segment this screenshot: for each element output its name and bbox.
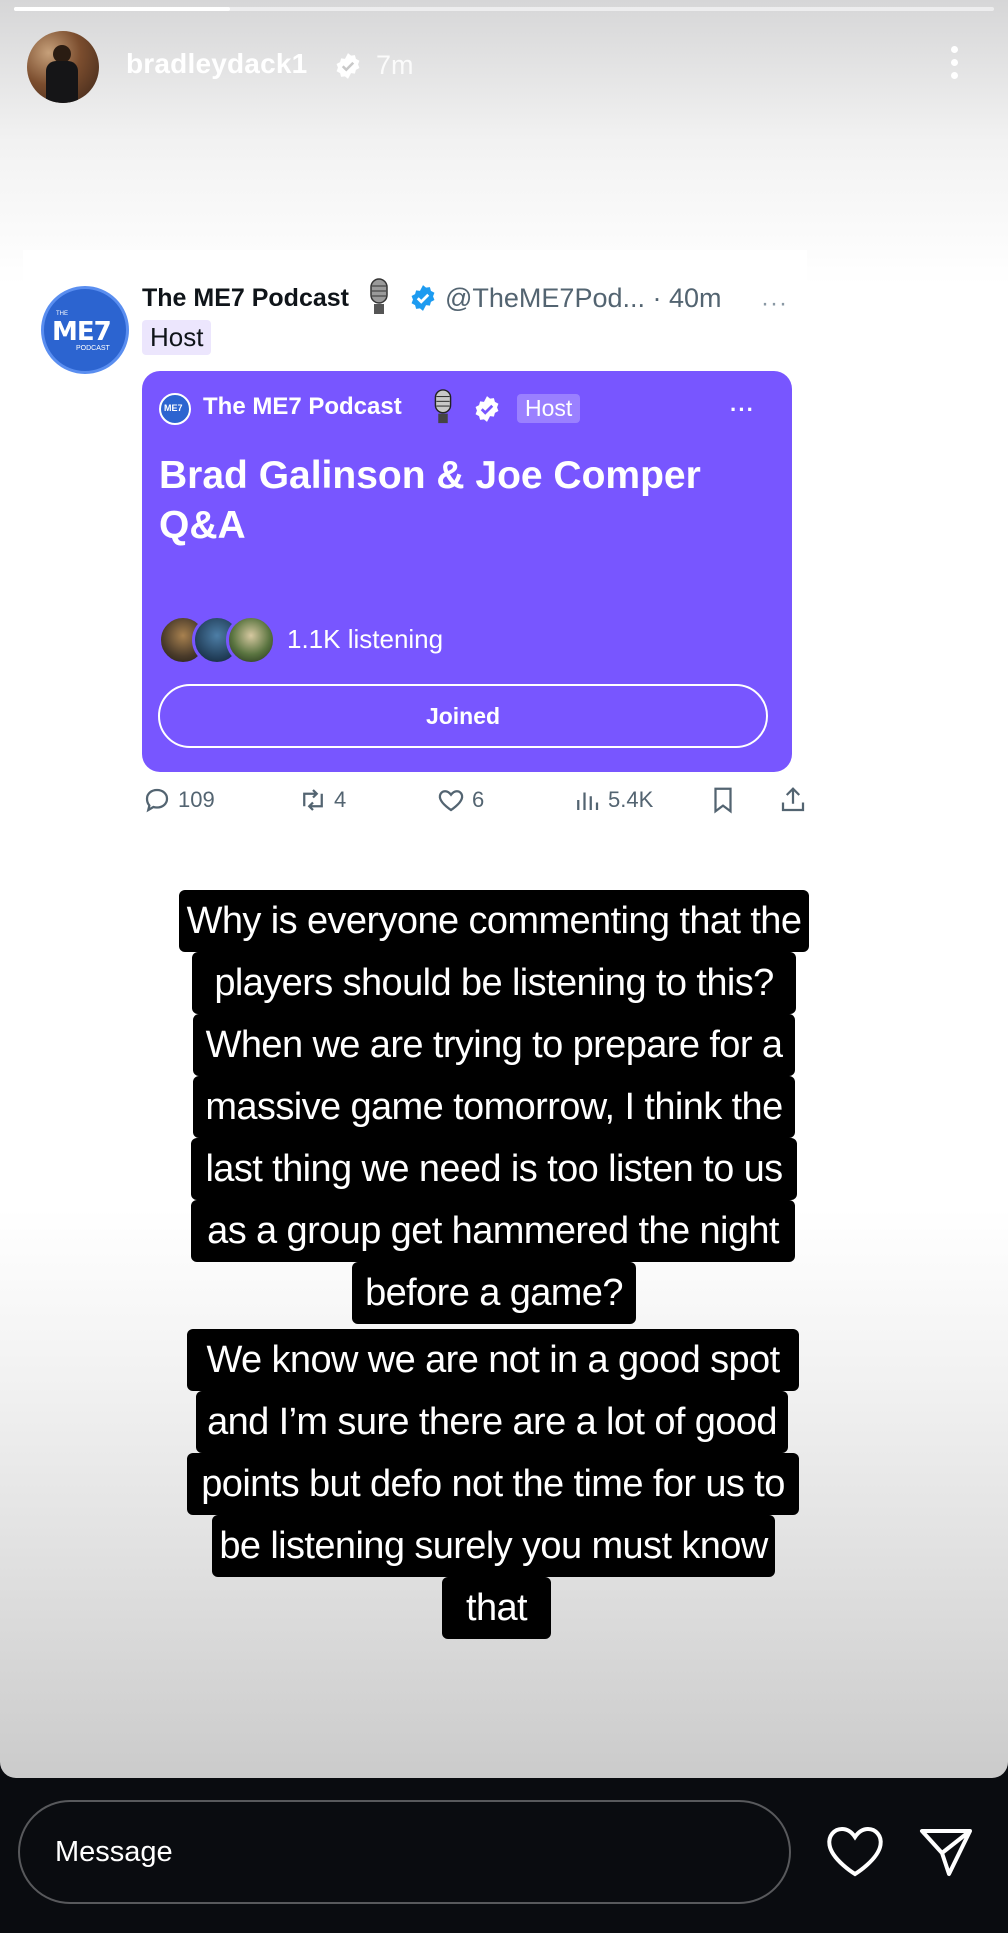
- space-listener-count: 1.1K listening: [287, 624, 444, 654]
- microphone-icon: [370, 278, 388, 314]
- host-badge: Host: [142, 320, 212, 355]
- story-progress-fill: [14, 7, 230, 11]
- share-button[interactable]: [778, 785, 814, 815]
- caption-line: players should be listening to this?: [192, 952, 796, 1014]
- bookmark-button[interactable]: [708, 785, 744, 815]
- space-title: Brad Galinson & Joe Comper Q&A: [159, 454, 701, 547]
- repost-button[interactable]: 4: [298, 785, 346, 815]
- story-progress-bar: [14, 7, 994, 11]
- microphone-icon: [434, 389, 452, 424]
- space-card[interactable]: ME7 The ME7 Podcast Host ··· Brad Galins…: [142, 371, 792, 772]
- space-more-icon[interactable]: ···: [730, 397, 755, 423]
- verified-badge-icon: [336, 53, 360, 79]
- caption-line: points but defo not the time for us to: [187, 1453, 799, 1515]
- caption-line: before a game?: [352, 1262, 636, 1324]
- tweet-more-icon[interactable]: ···: [761, 290, 788, 318]
- reply-icon: [145, 788, 169, 813]
- message-placeholder: Message: [55, 1836, 173, 1868]
- caption-line: be listening surely you must know: [212, 1515, 775, 1577]
- like-button[interactable]: 6: [436, 785, 484, 815]
- embedded-tweet: THE ME7 PODCAST The ME7 Podcast @TheME7P…: [23, 250, 807, 846]
- story-time: 7m: [376, 50, 414, 80]
- story-username[interactable]: bradleydack1: [126, 48, 307, 80]
- views-button[interactable]: 5.4K: [572, 785, 653, 815]
- share-icon: [781, 787, 805, 812]
- analytics-icon: [577, 792, 599, 810]
- tweet-actions: 109 4 6 5.4K: [142, 785, 805, 821]
- verified-badge-icon: [475, 396, 499, 422]
- space-host-avatar: ME7: [159, 393, 191, 425]
- bookmark-icon: [714, 787, 732, 814]
- space-host-name: The ME7 Podcast: [203, 393, 402, 420]
- listener-avatar: [226, 615, 276, 665]
- caption-line: When we are trying to prepare for a: [193, 1014, 795, 1076]
- caption-line: last thing we need is too listen to us: [191, 1138, 797, 1200]
- caption-line: massive game tomorrow, I think the: [193, 1076, 795, 1138]
- heart-icon: [438, 790, 464, 812]
- caption-line: and I’m sure there are a lot of good: [196, 1391, 788, 1453]
- verified-badge-icon: [411, 285, 435, 311]
- space-host-badge: Host: [517, 394, 581, 423]
- reply-button[interactable]: 109: [142, 785, 215, 815]
- message-input[interactable]: Message: [18, 1800, 791, 1904]
- more-vertical-icon[interactable]: [944, 46, 964, 86]
- story-avatar[interactable]: [27, 31, 99, 103]
- caption-line: that: [442, 1577, 551, 1639]
- me7-podcast-avatar: THE ME7 PODCAST: [41, 286, 129, 374]
- heart-icon[interactable]: [826, 1826, 884, 1878]
- story-frame: bradleydack1 7m THE ME7 PODCAST The ME7 …: [0, 0, 1008, 1778]
- tweet-author-name: The ME7 Podcast: [142, 284, 349, 312]
- joined-button[interactable]: Joined: [158, 684, 768, 748]
- tweet-handle-time: @TheME7Pod... · 40m: [445, 283, 722, 313]
- caption-line: Why is everyone commenting that the: [179, 890, 809, 952]
- repost-icon: [303, 789, 323, 811]
- send-icon[interactable]: [918, 1826, 974, 1878]
- caption-line: We know we are not in a good spot: [187, 1329, 799, 1391]
- caption-line: as a group get hammered the night: [191, 1200, 795, 1262]
